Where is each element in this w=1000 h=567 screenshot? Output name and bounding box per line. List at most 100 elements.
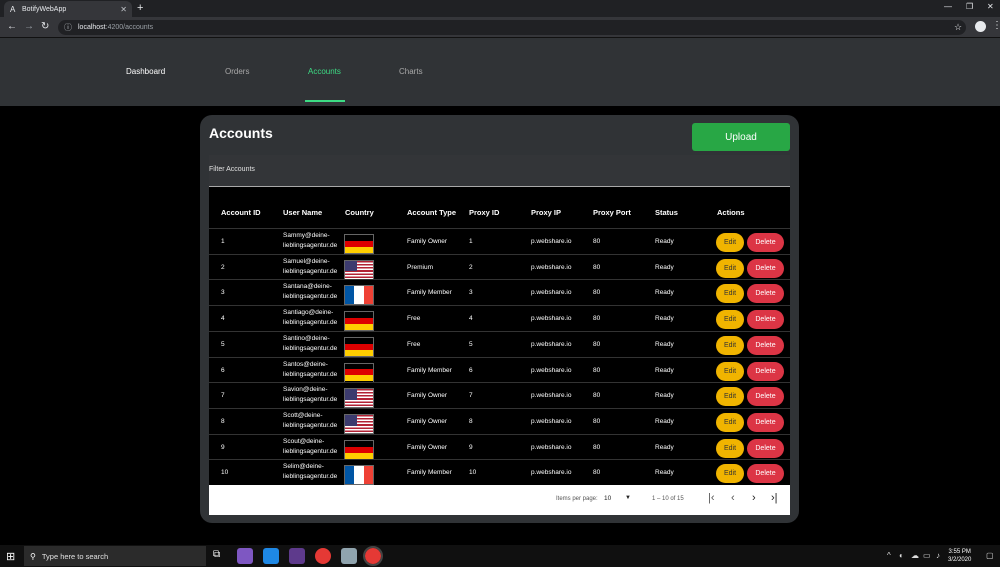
cell-status: Ready — [655, 392, 674, 400]
delete-button[interactable]: Delete — [747, 438, 784, 458]
user-name-line1: Scott@deine- — [283, 411, 323, 419]
visual-studio-icon[interactable] — [237, 548, 253, 564]
header-proxy-id[interactable]: Proxy ID — [469, 208, 499, 217]
notification-icon[interactable]: ▢ — [986, 551, 994, 560]
network-icon[interactable]: ▭ — [923, 551, 931, 560]
user-name-line1: Santana@deine- — [283, 283, 332, 291]
header-proxy-port[interactable]: Proxy Port — [593, 208, 631, 217]
delete-button[interactable]: Delete — [747, 284, 784, 304]
first-page-icon[interactable]: |‹ — [708, 492, 715, 504]
clock-date: 3/2/2020 — [948, 557, 972, 563]
taskbar-search-input[interactable]: ⚲ Type here to search — [24, 546, 206, 566]
cell-proxy-port: 80 — [593, 366, 601, 374]
cell-account-type: Family Member — [407, 469, 452, 477]
delete-button[interactable]: Delete — [747, 361, 784, 381]
cell-status: Ready — [655, 469, 674, 477]
nav-orders[interactable]: Orders — [225, 67, 249, 76]
delete-button[interactable]: Delete — [747, 258, 784, 278]
delete-button[interactable]: Delete — [747, 387, 784, 407]
header-status[interactable]: Status — [655, 208, 678, 217]
cell-account-id: 1 — [221, 238, 225, 245]
edit-button[interactable]: Edit — [716, 361, 744, 381]
delete-button[interactable]: Delete — [747, 335, 784, 355]
header-account-id[interactable]: Account ID — [221, 208, 261, 217]
cell-account-type: Free — [407, 315, 421, 323]
country-flag-icon — [344, 439, 374, 460]
user-name-line2: lieblingsagentur.de — [283, 344, 338, 352]
edit-button[interactable]: Edit — [716, 258, 744, 278]
browser-tabstrip: A BotifyWebApp ✕ + — ❐ ✕ — [0, 0, 1000, 17]
cell-proxy-id: 8 — [469, 417, 473, 425]
nav-accounts[interactable]: Accounts — [308, 67, 341, 76]
delete-button[interactable]: Delete — [747, 310, 784, 330]
header-account-type[interactable]: Account Type — [407, 208, 456, 217]
user-name-line2: lieblingsagentur.de — [283, 396, 338, 404]
previous-page-icon[interactable]: ‹ — [731, 492, 735, 504]
items-per-page-select[interactable]: 10 — [604, 495, 611, 502]
minimize-icon[interactable]: — — [944, 2, 952, 11]
cell-proxy-port: 80 — [593, 238, 601, 245]
table-row: 9 Scout@deine-lieblingsagentur.de Family O… — [209, 433, 790, 460]
edit-button[interactable]: Edit — [716, 412, 744, 432]
chrome-active-icon[interactable] — [363, 546, 383, 566]
chrome-icon[interactable] — [315, 548, 331, 564]
restore-icon[interactable]: ❐ — [966, 2, 973, 11]
browser-tab[interactable]: A BotifyWebApp ✕ — [4, 1, 132, 17]
vscode-icon[interactable] — [263, 548, 279, 564]
edit-button[interactable]: Edit — [716, 387, 744, 407]
windows-start-icon[interactable]: ⊞ — [6, 550, 15, 563]
nav-dashboard[interactable]: Dashboard — [126, 67, 165, 76]
taskbar-clock[interactable]: 3:55 PM 3/2/2020 — [948, 548, 971, 564]
delete-button[interactable]: Delete — [747, 233, 784, 252]
user-name-line2: lieblingsagentur.de — [283, 473, 338, 481]
header-user-name[interactable]: User Name — [283, 208, 322, 217]
edit-button[interactable]: Edit — [716, 284, 744, 304]
forward-icon[interactable]: → — [24, 21, 34, 32]
cell-account-id: 8 — [221, 417, 225, 425]
header-country[interactable]: Country — [345, 208, 374, 217]
volume-icon[interactable]: ♪ — [936, 551, 940, 560]
close-window-icon[interactable]: ✕ — [987, 2, 994, 11]
delete-button[interactable]: Delete — [747, 464, 784, 484]
cell-account-id: 9 — [221, 443, 225, 451]
last-page-icon[interactable]: ›| — [771, 492, 778, 504]
reload-icon[interactable]: ↻ — [41, 21, 49, 32]
menu-kebab-icon[interactable]: ⋮ — [992, 20, 1000, 31]
edit-button[interactable]: Edit — [716, 310, 744, 330]
nav-charts[interactable]: Charts — [399, 67, 423, 76]
new-tab-icon[interactable]: + — [137, 2, 143, 14]
app-icon[interactable] — [289, 548, 305, 564]
info-icon[interactable]: ⓘ — [64, 22, 72, 33]
country-flag-icon — [344, 259, 374, 280]
task-view-icon[interactable]: ⧉ — [213, 549, 220, 560]
table-row: 8 Scott@deine-lieblingsagentur.de Family O… — [209, 407, 790, 434]
user-name-line1: Scout@deine- — [283, 437, 325, 445]
back-icon[interactable]: ← — [7, 21, 17, 32]
onedrive-icon[interactable]: ☁ — [911, 551, 919, 560]
cell-account-type: Family Owner — [407, 443, 448, 451]
cell-account-id: 3 — [221, 289, 225, 297]
notepad-icon[interactable] — [341, 548, 357, 564]
url-input[interactable]: ⓘ localhost :4200/accounts — [58, 20, 966, 35]
cell-user-name: Savion@deine-lieblingsagentur.de — [283, 385, 337, 405]
delete-button[interactable]: Delete — [747, 412, 784, 432]
next-page-icon[interactable]: › — [752, 492, 756, 504]
chevron-down-icon[interactable]: ▼ — [625, 495, 631, 501]
angular-favicon-icon: A — [10, 4, 16, 14]
search-placeholder: Type here to search — [41, 551, 109, 561]
profile-avatar-icon[interactable] — [975, 21, 986, 32]
cell-account-id: 2 — [221, 263, 225, 271]
edit-button[interactable]: Edit — [716, 335, 744, 355]
edit-button[interactable]: Edit — [716, 438, 744, 458]
header-proxy-ip[interactable]: Proxy IP — [531, 208, 561, 217]
bookmark-star-icon[interactable]: ☆ — [954, 22, 962, 33]
cell-user-name: Santino@deine-lieblingsagentur.de — [283, 334, 337, 354]
filter-accounts-input[interactable]: Filter Accounts — [209, 155, 790, 187]
edit-button[interactable]: Edit — [716, 233, 744, 252]
close-tab-icon[interactable]: ✕ — [120, 5, 127, 14]
edit-button[interactable]: Edit — [716, 464, 744, 484]
cell-proxy-port: 80 — [593, 392, 601, 400]
tray-app-icon[interactable]: ◐ — [899, 551, 904, 560]
tray-chevron-up-icon[interactable]: ^ — [887, 551, 891, 560]
upload-button[interactable]: Upload — [692, 123, 790, 151]
